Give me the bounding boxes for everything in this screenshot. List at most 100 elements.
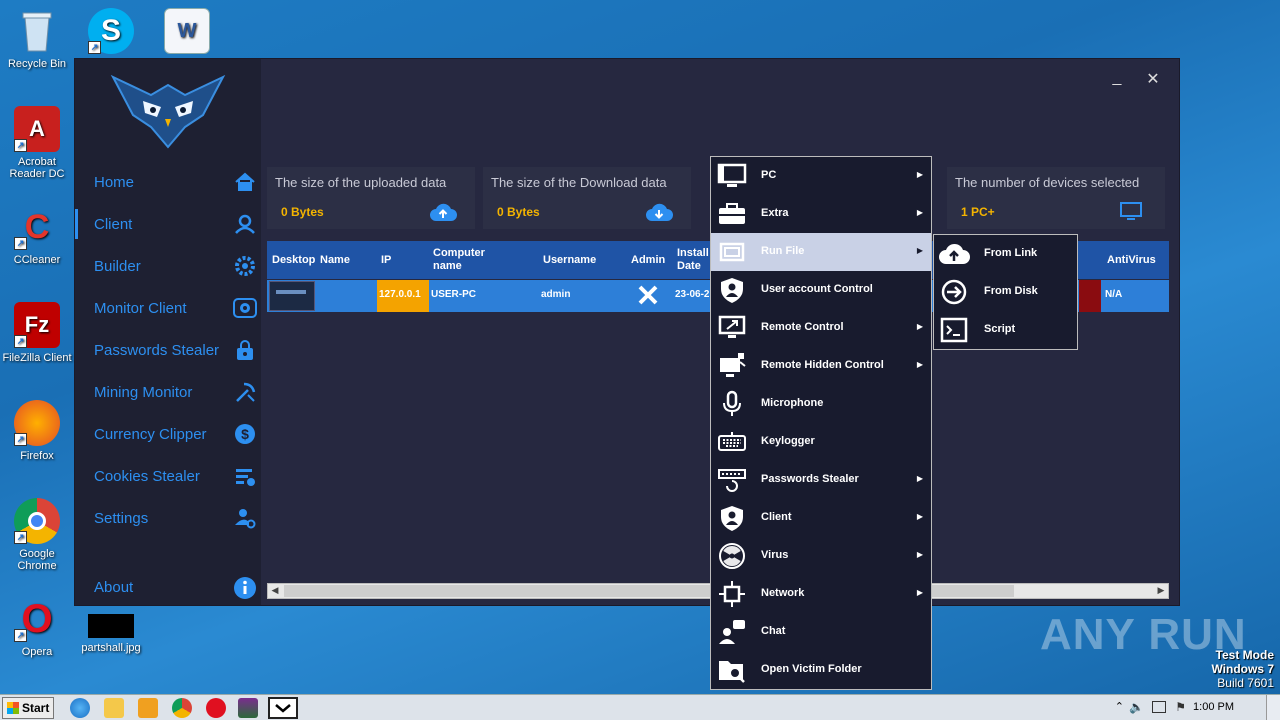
menu-item-pc[interactable]: PC ▶ (711, 157, 931, 195)
menu-item-run-file[interactable]: Run File ▶ (711, 233, 931, 271)
opera-taskbar-icon[interactable] (206, 698, 226, 718)
nav-about[interactable]: About (75, 568, 261, 606)
menu-item-keylogger[interactable]: Keylogger (711, 423, 931, 461)
menu-item-remote-hidden-control[interactable]: Remote Hidden Control ▶ (711, 347, 931, 385)
scroll-left-arrow[interactable]: ◀ (268, 585, 282, 596)
hidden-desktop-icon (717, 352, 747, 380)
shield-user-icon (717, 504, 747, 532)
desktop-icon-ccleaner[interactable]: C ↗ CCleaner (0, 204, 74, 267)
col-ip[interactable]: IP (381, 254, 391, 267)
devices-selected-value: 1 PC+ (961, 205, 995, 219)
test-mode-notice: Test Mode Windows 7 Build 7601 (1211, 648, 1274, 690)
antivirus-value: N/A (1105, 289, 1123, 300)
submenu-arrow-icon: ▶ (916, 550, 923, 559)
download-data-title: The size of the Download data (491, 175, 667, 190)
nav-mining-monitor[interactable]: Mining Monitor (75, 373, 261, 411)
download-data-card: The size of the Download data 0 Bytes (483, 167, 691, 229)
network-tray-icon[interactable] (1152, 701, 1166, 713)
menu-item-passwords-stealer[interactable]: Passwords Stealer ▶ (711, 461, 931, 499)
desktop-icon-opera[interactable]: O ↗ Opera (0, 596, 74, 658)
submenu-item-script[interactable]: Script (934, 311, 1077, 349)
nav-settings[interactable]: Settings (75, 499, 261, 537)
volume-icon[interactable]: 🔈 (1129, 700, 1144, 714)
gear-icon (233, 255, 257, 279)
col-desktop[interactable]: Desktop (272, 254, 316, 267)
taskbar: Start ⌃ 🔈 ⚑ 1:00 PM (0, 694, 1280, 720)
col-computer-name[interactable]: Computer name (433, 247, 503, 273)
uploaded-data-card: The size of the uploaded data 0 Bytes (267, 167, 475, 229)
explorer-icon[interactable] (104, 698, 124, 718)
minimize-button[interactable]: _ (1107, 69, 1127, 87)
nav-home[interactable]: Home (75, 163, 261, 201)
show-desktop-button[interactable] (1266, 695, 1280, 720)
desktop-icon-firefox[interactable]: ↗ Firefox (0, 400, 74, 462)
flag-icon[interactable]: ⚑ (1175, 700, 1186, 714)
menu-item-remote-control[interactable]: Remote Control ▶ (711, 309, 931, 347)
desktop-icon-partshall[interactable]: partshall.jpg (74, 614, 148, 654)
cloud-upload-icon (429, 201, 457, 223)
nav-client[interactable]: Client (75, 205, 261, 243)
menu-item-extra[interactable]: Extra ▶ (711, 195, 931, 233)
submenu-item-from-link[interactable]: From Link (934, 235, 1077, 273)
menu-item-network[interactable]: Network ▶ (711, 575, 931, 613)
menu-item-chat[interactable]: Chat (711, 613, 931, 651)
nav-monitor-client[interactable]: Monitor Client (75, 289, 261, 327)
col-antivirus[interactable]: AntiVirus (1107, 254, 1156, 267)
nav-home-label: Home (94, 173, 135, 191)
nav-builder-label: Builder (94, 257, 141, 275)
chrome-taskbar-icon[interactable] (172, 698, 192, 718)
menu-item-microphone[interactable]: Microphone (711, 385, 931, 423)
nav-cookies-stealer[interactable]: Cookies Stealer (75, 457, 261, 495)
nav-currency-clipper[interactable]: Currency Clipper $ (75, 415, 261, 453)
menu-item-user-account-control[interactable]: User account Control (711, 271, 931, 309)
col-install-date[interactable]: Install Date (677, 247, 711, 273)
media-player-icon[interactable] (138, 698, 158, 718)
submenu-arrow-icon: ▶ (916, 512, 923, 521)
nav-passwords-stealer[interactable]: Passwords Stealer (75, 331, 261, 369)
run-file-submenu: From Link From Disk Script (933, 234, 1078, 350)
desktop-icon-word[interactable]: W (150, 8, 224, 58)
password-refresh-icon (717, 466, 747, 494)
clock[interactable]: 1:00 PM (1193, 701, 1234, 713)
keyboard-icon (717, 428, 747, 456)
scroll-right-arrow[interactable]: ▶ (1154, 585, 1168, 596)
submenu-item-from-disk[interactable]: From Disk (934, 273, 1077, 311)
remote-desktop-icon (717, 314, 747, 342)
menu-item-virus[interactable]: Virus ▶ (711, 537, 931, 575)
install-date-value: 23-06-2 (675, 289, 709, 300)
desktop-icon-filezilla[interactable]: Fz ↗ FileZilla Client (0, 302, 74, 364)
col-admin[interactable]: Admin (631, 254, 665, 267)
menu-item-open-victim-folder[interactable]: Open Victim Folder (711, 651, 931, 689)
col-username[interactable]: Username (543, 254, 596, 267)
devices-selected-title: The number of devices selected (955, 175, 1140, 190)
desktop-icon-recycle-bin[interactable]: Recycle Bin (0, 8, 74, 70)
firefox-icon: ↗ (14, 400, 60, 446)
menu-item-client[interactable]: Client ▶ (711, 499, 931, 537)
close-button[interactable]: ✕ (1143, 69, 1163, 89)
start-button[interactable]: Start (2, 697, 54, 719)
monitor-icon (1119, 201, 1147, 223)
currency-icon: $ (233, 423, 257, 447)
monitor-icon (717, 162, 747, 190)
user-icon (233, 213, 257, 237)
recycle-bin-icon (14, 8, 60, 54)
uploaded-data-value: 0 Bytes (281, 205, 324, 219)
client-context-menu: PC ▶ Extra ▶ Run File ▶ User account Con… (710, 156, 932, 690)
ccleaner-icon: C ↗ (14, 204, 60, 250)
tray-expand-icon[interactable]: ⌃ (1115, 700, 1124, 713)
submenu-arrow-icon: ▶ (916, 208, 923, 217)
nav-builder[interactable]: Builder (75, 247, 261, 285)
col-name[interactable]: Name (320, 254, 350, 267)
uploaded-data-title: The size of the uploaded data (275, 175, 447, 190)
desktop-icon-acrobat[interactable]: A ↗ Acrobat Reader DC (0, 106, 74, 180)
app-taskbar-icon[interactable] (268, 697, 298, 719)
nav-monitor-client-label: Monitor Client (94, 299, 187, 317)
user-settings-icon (233, 507, 257, 531)
winrar-icon[interactable] (238, 698, 258, 718)
ie-icon[interactable] (70, 698, 90, 718)
desktop-icon-skype[interactable]: S ↗ (74, 8, 148, 58)
status-cell (1079, 280, 1101, 312)
desktop-icon-chrome[interactable]: ↗ Google Chrome (0, 498, 74, 572)
windows-logo-icon (7, 702, 19, 714)
folder-search-icon (717, 656, 747, 684)
